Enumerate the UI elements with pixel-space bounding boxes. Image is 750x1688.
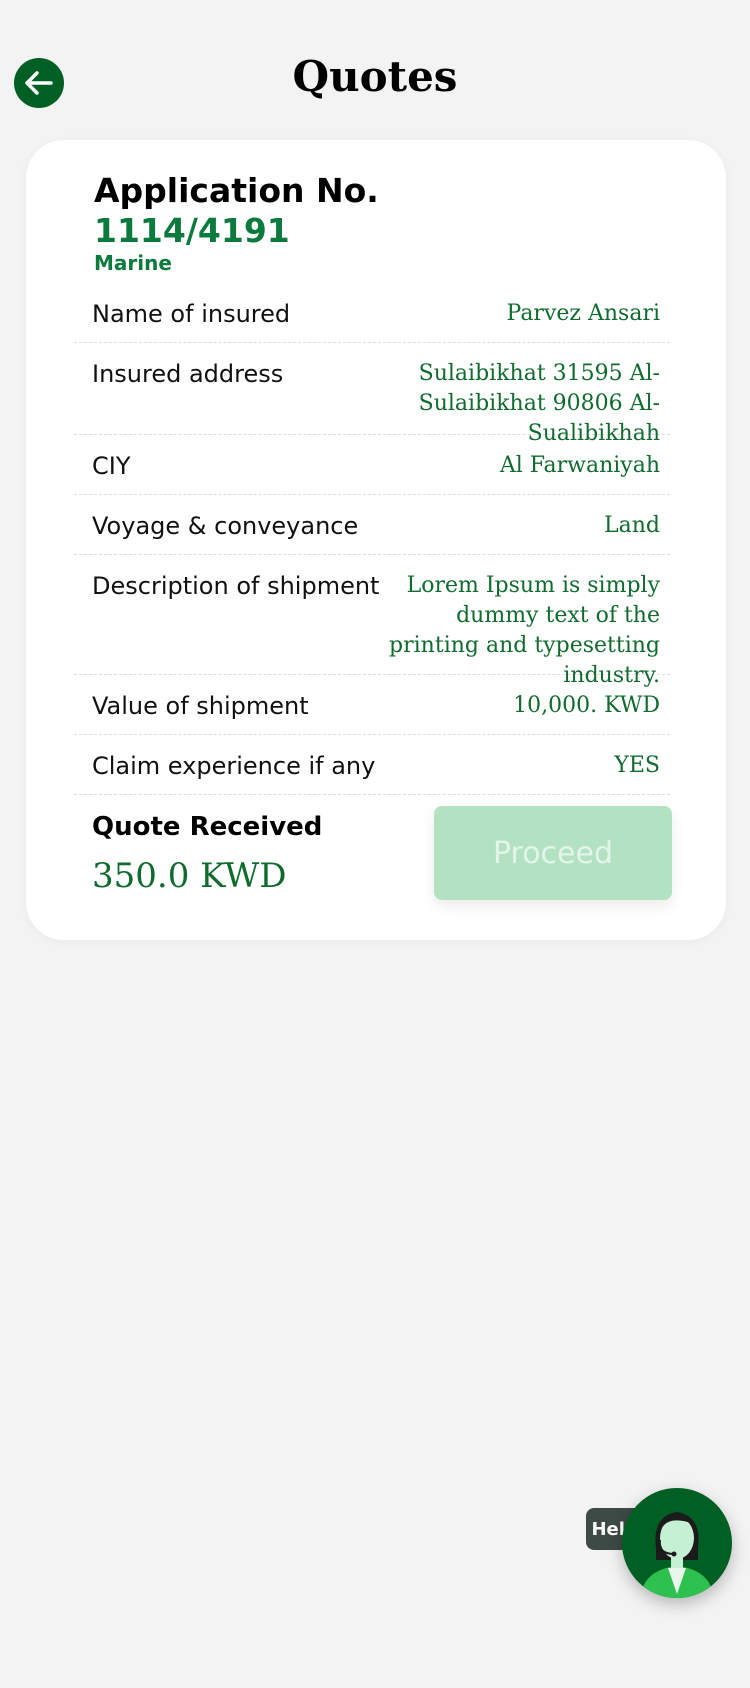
support-agent-icon [640,1512,714,1598]
application-label: Application No. [94,171,379,210]
quote-received: Quote Received 350.0 KWD [92,810,322,896]
help-avatar-button[interactable] [622,1488,732,1598]
application-number: 1114/4191 [94,211,290,250]
page-title: Quotes [292,52,458,101]
detail-row-voyage: Voyage & conveyance Land [74,495,670,555]
detail-label: Description of shipment [92,572,380,600]
detail-label: Name of insured [92,300,291,328]
detail-value: 10,000. KWD [513,693,660,718]
detail-value: Sulaibikhat 31595 Al-Sulaibikhat 90806 A… [418,361,660,446]
detail-label: CIY [92,452,131,480]
detail-row-name: Name of insured Parvez Ansari [74,283,670,343]
detail-row-claim: Claim experience if any YES [74,735,670,795]
detail-label: Claim experience if any [92,752,376,780]
detail-value: YES [614,753,660,778]
detail-value: Al Farwaniyah [499,453,660,478]
quote-card: Application No. 1114/4191 Marine Name of… [26,140,726,940]
detail-value: Lorem Ipsum is simply dummy text of the … [389,573,660,688]
details-list: Name of insured Parvez Ansari Insured ad… [74,283,670,795]
detail-label: Voyage & conveyance [92,512,359,540]
detail-label: Value of shipment [92,692,309,720]
header: Quotes [0,0,750,140]
proceed-button[interactable]: Proceed [434,806,672,900]
detail-value: Parvez Ansari [506,301,661,326]
quote-label: Quote Received [92,812,323,842]
detail-value: Land [604,513,660,538]
detail-row-address: Insured address Sulaibikhat 31595 Al-Sul… [74,343,670,446]
application-header: Application No. 1114/4191 Marine [94,170,379,276]
detail-label: Insured address [92,360,284,388]
application-type: Marine [94,251,172,275]
quote-amount: 350.0 KWD [92,856,287,896]
detail-row-description: Description of shipment Lorem Ipsum is s… [74,555,670,688]
